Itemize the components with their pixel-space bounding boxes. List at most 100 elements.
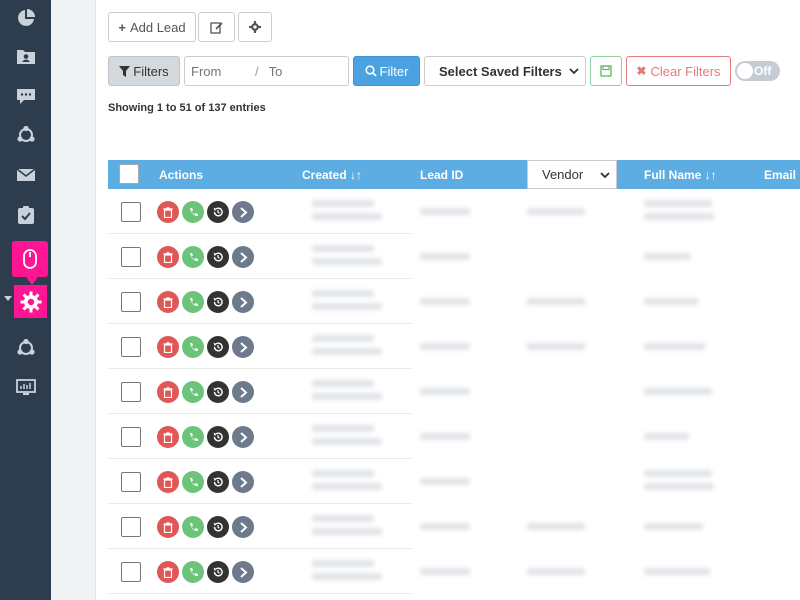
table-row — [108, 414, 800, 459]
phone-icon[interactable] — [182, 471, 204, 493]
table-row — [108, 504, 800, 549]
chevron-right-icon[interactable] — [232, 471, 254, 493]
gear-icon[interactable] — [14, 285, 47, 318]
chevron-right-icon[interactable] — [232, 426, 254, 448]
history-icon[interactable] — [207, 336, 229, 358]
delete-icon[interactable] — [157, 381, 179, 403]
save-icon — [600, 65, 612, 77]
redacted-created — [312, 438, 382, 445]
history-icon[interactable] — [207, 201, 229, 223]
toggle-knob — [737, 63, 753, 79]
phone-icon[interactable] — [182, 246, 204, 268]
add-lead-button[interactable]: + Add Lead — [108, 12, 196, 42]
row-checkbox[interactable] — [121, 562, 141, 582]
mouse-icon[interactable] — [12, 241, 48, 285]
clear-filters-button[interactable]: ✖ Clear Filters — [626, 56, 731, 86]
redacted-created — [312, 425, 374, 432]
saved-filters-select[interactable]: Select Saved Filters — [424, 56, 586, 86]
phone-icon[interactable] — [182, 291, 204, 313]
redacted-full-name — [644, 433, 689, 440]
redacted-created — [312, 573, 382, 580]
column-lead-id[interactable]: Lead ID — [420, 168, 463, 182]
delete-icon[interactable] — [157, 426, 179, 448]
table-header: Actions Created ↓↑ Lead ID Vendor Full N… — [108, 160, 800, 189]
filters-button[interactable]: Filters — [108, 56, 180, 86]
saved-filters-label: Select Saved Filters — [439, 63, 562, 79]
phone-icon[interactable] — [182, 561, 204, 583]
delete-icon[interactable] — [157, 246, 179, 268]
redacted-lead-id — [420, 388, 470, 395]
delete-icon[interactable] — [157, 471, 179, 493]
phone-icon[interactable] — [182, 201, 204, 223]
share-icon[interactable] — [0, 330, 51, 366]
redacted-full-name — [644, 568, 710, 575]
delete-icon[interactable] — [157, 561, 179, 583]
row-checkbox[interactable] — [121, 292, 141, 312]
content-gutter — [51, 0, 96, 600]
redacted-created — [312, 303, 382, 310]
chat-icon[interactable] — [0, 78, 51, 114]
to-date-input[interactable] — [262, 63, 327, 79]
column-created[interactable]: Created ↓↑ — [302, 168, 362, 182]
row-checkbox[interactable] — [121, 202, 141, 222]
phone-icon[interactable] — [182, 336, 204, 358]
range-separator: / — [255, 63, 259, 79]
row-checkbox[interactable] — [121, 247, 141, 267]
delete-icon[interactable] — [157, 201, 179, 223]
from-date-input[interactable] — [185, 63, 249, 79]
chevron-right-icon[interactable] — [232, 381, 254, 403]
phone-icon[interactable] — [182, 516, 204, 538]
vendor-select[interactable]: Vendor — [527, 160, 617, 189]
pie-chart-icon[interactable] — [0, 0, 51, 36]
funnel-icon — [119, 65, 131, 77]
delete-icon[interactable] — [157, 291, 179, 313]
chevron-right-icon[interactable] — [232, 516, 254, 538]
delete-icon[interactable] — [157, 336, 179, 358]
settings-button[interactable] — [238, 12, 272, 42]
row-checkbox[interactable] — [121, 382, 141, 402]
redacted-full-name — [644, 388, 712, 395]
phone-icon[interactable] — [182, 426, 204, 448]
chevron-right-icon[interactable] — [232, 336, 254, 358]
vendor-select-label: Vendor — [542, 167, 584, 182]
history-icon[interactable] — [207, 426, 229, 448]
filter-label: Filter — [379, 63, 409, 79]
redacted-created — [312, 470, 374, 477]
chevron-right-icon[interactable] — [232, 561, 254, 583]
share-icon[interactable] — [0, 117, 51, 153]
filter-button[interactable]: Filter — [353, 56, 420, 86]
sidebar — [0, 0, 51, 600]
contacts-folder-icon[interactable] — [0, 38, 51, 74]
redacted-full-name — [644, 523, 703, 530]
history-icon[interactable] — [207, 246, 229, 268]
phone-icon[interactable] — [182, 381, 204, 403]
delete-icon[interactable] — [157, 516, 179, 538]
chevron-right-icon[interactable] — [232, 246, 254, 268]
monitor-icon[interactable] — [0, 370, 51, 406]
redacted-lead-id — [420, 208, 470, 215]
column-actions: Actions — [159, 168, 204, 182]
history-icon[interactable] — [207, 471, 229, 493]
redacted-created — [312, 290, 374, 297]
task-check-icon[interactable] — [0, 197, 51, 233]
chevron-right-icon[interactable] — [232, 291, 254, 313]
row-checkbox[interactable] — [121, 472, 141, 492]
row-checkbox[interactable] — [121, 427, 141, 447]
row-checkbox[interactable] — [121, 517, 141, 537]
history-icon[interactable] — [207, 516, 229, 538]
redacted-created — [312, 515, 374, 522]
column-full-name[interactable]: Full Name ↓↑ — [644, 168, 717, 182]
chevron-right-icon[interactable] — [232, 201, 254, 223]
table-row — [108, 234, 800, 279]
history-icon[interactable] — [207, 561, 229, 583]
filter-toggle[interactable]: Off — [735, 61, 780, 81]
history-icon[interactable] — [207, 291, 229, 313]
redacted-lead-id — [420, 478, 470, 485]
mail-icon[interactable] — [0, 157, 51, 193]
history-icon[interactable] — [207, 381, 229, 403]
row-checkbox[interactable] — [121, 337, 141, 357]
select-all-checkbox[interactable] — [119, 164, 139, 184]
column-email[interactable]: Email — [764, 168, 796, 182]
edit-button[interactable] — [198, 12, 235, 42]
save-filter-button[interactable] — [590, 56, 622, 86]
